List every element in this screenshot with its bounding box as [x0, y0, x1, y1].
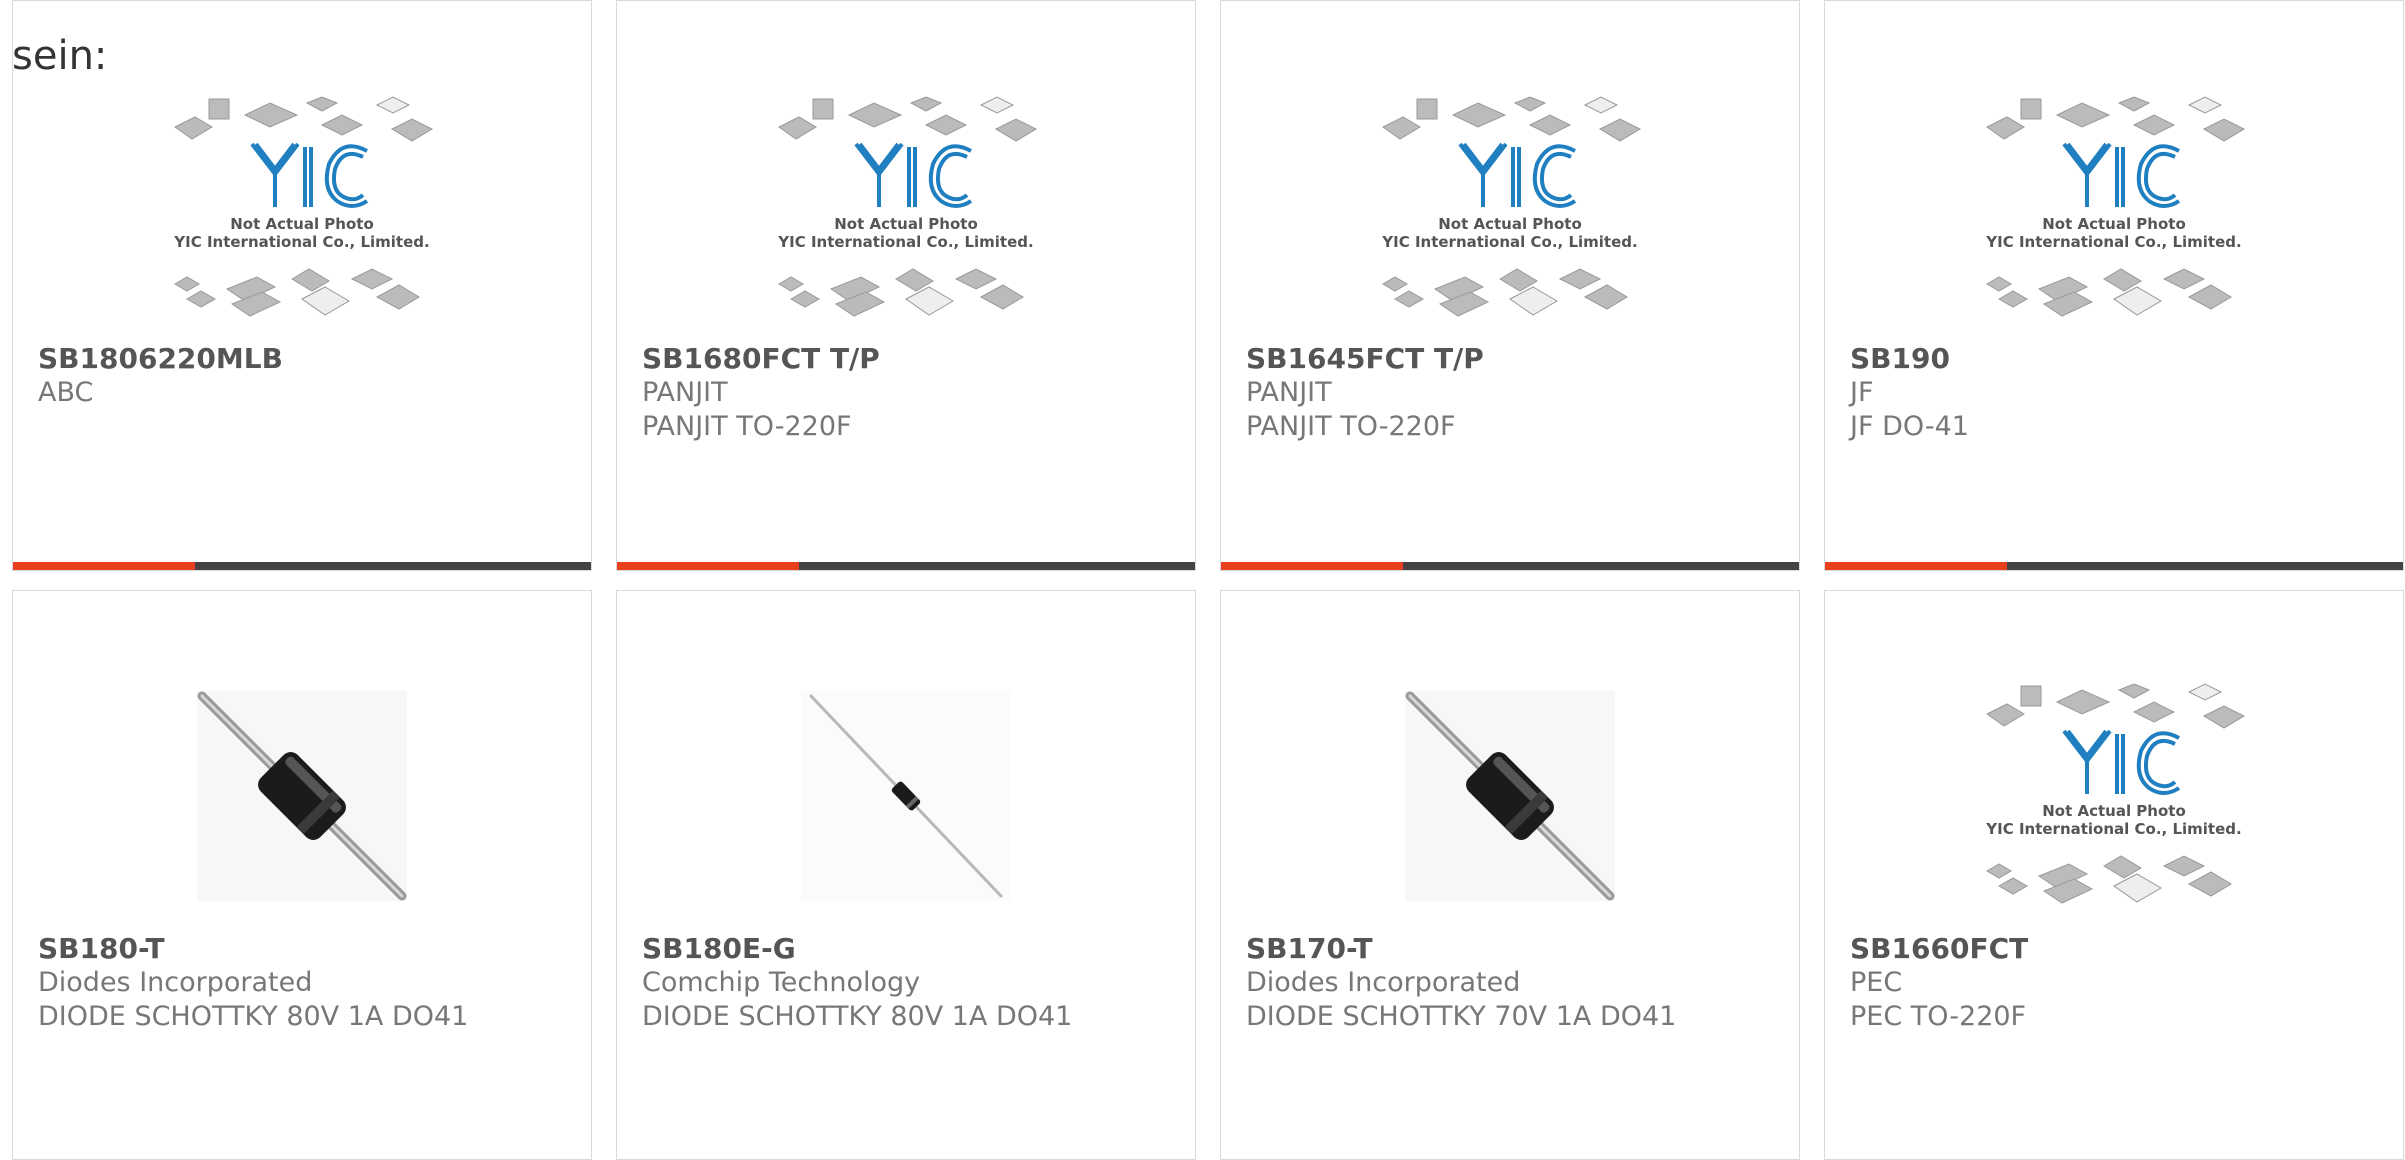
product-card[interactable]: SB180-T Diodes Incorporated DIODE SCHOTT…: [12, 590, 592, 1160]
diode-photo[interactable]: [1221, 661, 1799, 931]
accent-segment: [1825, 562, 2007, 570]
accent-segment: [13, 562, 195, 570]
description: PANJIT TO-220F: [1246, 411, 1456, 442]
diode-photo[interactable]: [13, 661, 591, 931]
part-number[interactable]: SB1645FCT T/P: [1246, 341, 1484, 377]
manufacturer: PANJIT: [1246, 377, 1332, 408]
description: DIODE SCHOTTKY 70V 1A DO41: [1246, 1001, 1677, 1032]
placeholder-line2: YIC International Co., Limited.: [173, 233, 429, 251]
card-accent-bar: [617, 562, 1195, 570]
product-grid: Not Actual Photo YIC International Co., …: [12, 0, 2405, 1160]
description: DIODE SCHOTTKY 80V 1A DO41: [642, 1001, 1073, 1032]
card-accent-bar: [1825, 562, 2403, 570]
manufacturer: ABC: [38, 377, 94, 408]
placeholder-image[interactable]: Not Actual Photo YIC International Co., …: [1825, 661, 2403, 931]
part-number[interactable]: SB1660FCT: [1850, 931, 2028, 967]
placeholder-line1: Not Actual Photo: [2042, 215, 2186, 233]
description: PANJIT TO-220F: [642, 411, 852, 442]
product-card[interactable]: Not Actual Photo YIC International Co., …: [1824, 0, 2404, 571]
product-card[interactable]: Not Actual Photo YIC International Co., …: [1220, 0, 1800, 571]
manufacturer: Diodes Incorporated: [1246, 967, 1521, 998]
description: DIODE SCHOTTKY 80V 1A DO41: [38, 1001, 469, 1032]
manufacturer: JF: [1850, 377, 1874, 408]
diode-photo[interactable]: [617, 661, 1195, 931]
placeholder-line2: YIC International Co., Limited.: [1985, 233, 2241, 251]
manufacturer: Comchip Technology: [642, 967, 921, 998]
placeholder-line1: Not Actual Photo: [230, 215, 374, 233]
placeholder-image[interactable]: Not Actual Photo YIC International Co., …: [1825, 89, 2403, 329]
card-accent-bar: [1221, 562, 1799, 570]
part-number[interactable]: SB180E-G: [642, 931, 796, 967]
product-card[interactable]: Not Actual Photo YIC International Co., …: [616, 0, 1196, 571]
placeholder-line1: Not Actual Photo: [1438, 215, 1582, 233]
placeholder-line1: Not Actual Photo: [834, 215, 978, 233]
placeholder-line2: YIC International Co., Limited.: [1381, 233, 1637, 251]
card-accent-bar: [13, 562, 591, 570]
part-number[interactable]: SB1806220MLB: [38, 341, 283, 377]
manufacturer: PANJIT: [642, 377, 728, 408]
section-heading: sein:: [12, 33, 108, 79]
product-card[interactable]: SB180E-G Comchip Technology DIODE SCHOTT…: [616, 590, 1196, 1160]
placeholder-image[interactable]: Not Actual Photo YIC International Co., …: [617, 89, 1195, 329]
placeholder-image[interactable]: Not Actual Photo YIC International Co., …: [1221, 89, 1799, 329]
part-number[interactable]: SB170-T: [1246, 931, 1373, 967]
placeholder-line1: Not Actual Photo: [2042, 802, 2186, 820]
product-card[interactable]: Not Actual Photo YIC International Co., …: [1824, 590, 2404, 1160]
part-number[interactable]: SB180-T: [38, 931, 165, 967]
part-number[interactable]: SB190: [1850, 341, 1950, 377]
description: JF DO-41: [1850, 411, 1969, 442]
part-number[interactable]: SB1680FCT T/P: [642, 341, 880, 377]
placeholder-line2: YIC International Co., Limited.: [1985, 820, 2241, 838]
accent-segment: [617, 562, 799, 570]
manufacturer: Diodes Incorporated: [38, 967, 313, 998]
placeholder-line2: YIC International Co., Limited.: [777, 233, 1033, 251]
description: PEC TO-220F: [1850, 1001, 2027, 1032]
placeholder-image[interactable]: Not Actual Photo YIC International Co., …: [13, 89, 591, 329]
product-card[interactable]: Not Actual Photo YIC International Co., …: [12, 0, 592, 571]
manufacturer: PEC: [1850, 967, 1903, 998]
product-card[interactable]: SB170-T Diodes Incorporated DIODE SCHOTT…: [1220, 590, 1800, 1160]
accent-segment: [1221, 562, 1403, 570]
